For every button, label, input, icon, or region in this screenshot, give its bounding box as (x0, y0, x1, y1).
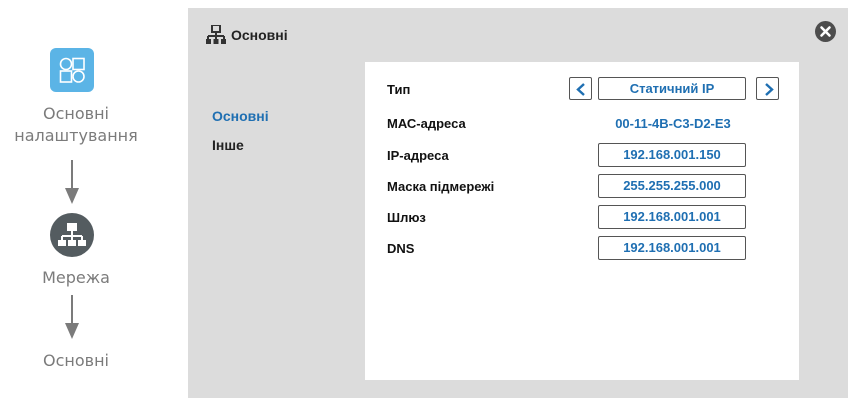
dns-field[interactable]: 192.168.001.001 (598, 236, 746, 260)
network-settings-card: Тип Статичний IP МАС-адреса 00-11-4B-C3-… (365, 62, 799, 380)
type-label: Тип (387, 82, 411, 97)
chevron-left-icon (576, 83, 585, 96)
panel-title: Основні (231, 27, 288, 43)
gateway-label: Шлюз (387, 210, 426, 225)
chevron-right-icon (765, 83, 774, 96)
subnet-mask-label: Маска підмережі (387, 179, 495, 194)
close-icon (820, 26, 831, 37)
mac-value: 00-11-4B-C3-D2-E3 (615, 116, 731, 131)
breadcrumb-item-general-settings[interactable]: Основні налаштування (0, 103, 152, 147)
ip-label: IP-адреса (387, 148, 449, 163)
ip-address-field[interactable]: 192.168.001.150 (598, 143, 746, 167)
mac-label: МАС-адреса (387, 116, 466, 131)
breadcrumb-item-network[interactable]: Мережа (0, 267, 152, 289)
arrow-down-icon (65, 295, 79, 339)
type-selector-value[interactable]: Статичний IP (598, 77, 746, 100)
type-next-button[interactable] (756, 77, 779, 100)
breadcrumb: Основні налаштування Мережа Основні (0, 0, 152, 398)
dns-label: DNS (387, 241, 415, 256)
arrow-down-icon (65, 160, 79, 204)
side-nav-item-other[interactable]: Інше (212, 137, 269, 154)
apps-grid-icon[interactable] (50, 48, 94, 92)
side-nav-item-basic[interactable]: Основні (212, 108, 269, 125)
type-prev-button[interactable] (569, 77, 592, 100)
close-button[interactable] (815, 21, 836, 42)
gateway-field[interactable]: 192.168.001.001 (598, 205, 746, 229)
side-nav: Основні Інше (212, 108, 269, 166)
network-icon[interactable] (50, 213, 94, 257)
settings-panel: Основні Основні Інше Тип Статичний IP МА… (188, 8, 848, 398)
network-icon (206, 25, 226, 44)
breadcrumb-item-basic: Основні (43, 351, 109, 370)
subnet-mask-field[interactable]: 255.255.255.000 (598, 174, 746, 198)
